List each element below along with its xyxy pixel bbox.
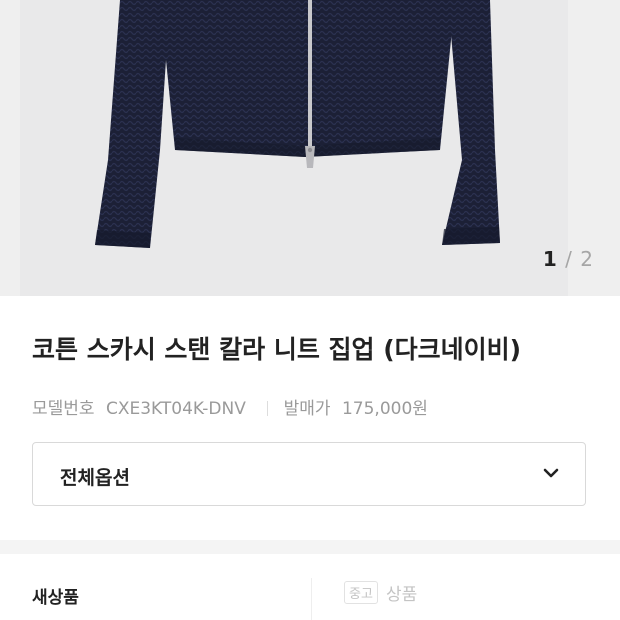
tab-new-product[interactable]: 새상품 — [32, 583, 79, 608]
option-select-label: 전체옵션 — [60, 467, 130, 489]
knit-zipup-illustration — [95, 0, 500, 248]
pager-total: 2 — [580, 247, 594, 271]
image-pager: 1 / 2 — [543, 247, 594, 271]
left-sleeve — [95, 0, 170, 248]
pager-separator: / — [565, 247, 573, 271]
product-meta: 모델번호 CXE3KT04K-DNV 발매가 175,000원 — [32, 394, 434, 419]
option-select-dropdown[interactable]: 전체옵션 — [32, 442, 586, 506]
zipper-line — [308, 0, 312, 148]
pager-current: 1 — [542, 247, 558, 271]
tab-divider — [311, 578, 312, 620]
tab-used-product[interactable]: 중고 상품 — [344, 580, 417, 605]
release-price-label: 발매가 — [283, 399, 331, 419]
jacket-body — [160, 0, 455, 157]
model-number-value: CXE3KT04K-DNV — [105, 399, 246, 419]
used-label: 상품 — [386, 585, 418, 605]
section-divider — [0, 540, 620, 554]
release-price-value: 175,000원 — [341, 399, 428, 419]
used-badge: 중고 — [344, 581, 378, 604]
condition-tabs: 새상품 중고 상품 — [0, 554, 620, 620]
product-title: 코튼 스카시 스탠 칼라 니트 집업 (다크네이비) — [32, 335, 522, 364]
meta-divider — [267, 401, 269, 416]
model-number-label: 모델번호 — [32, 399, 95, 419]
product-image[interactable]: 1 / 2 — [0, 0, 620, 296]
chevron-down-icon — [543, 468, 559, 478]
